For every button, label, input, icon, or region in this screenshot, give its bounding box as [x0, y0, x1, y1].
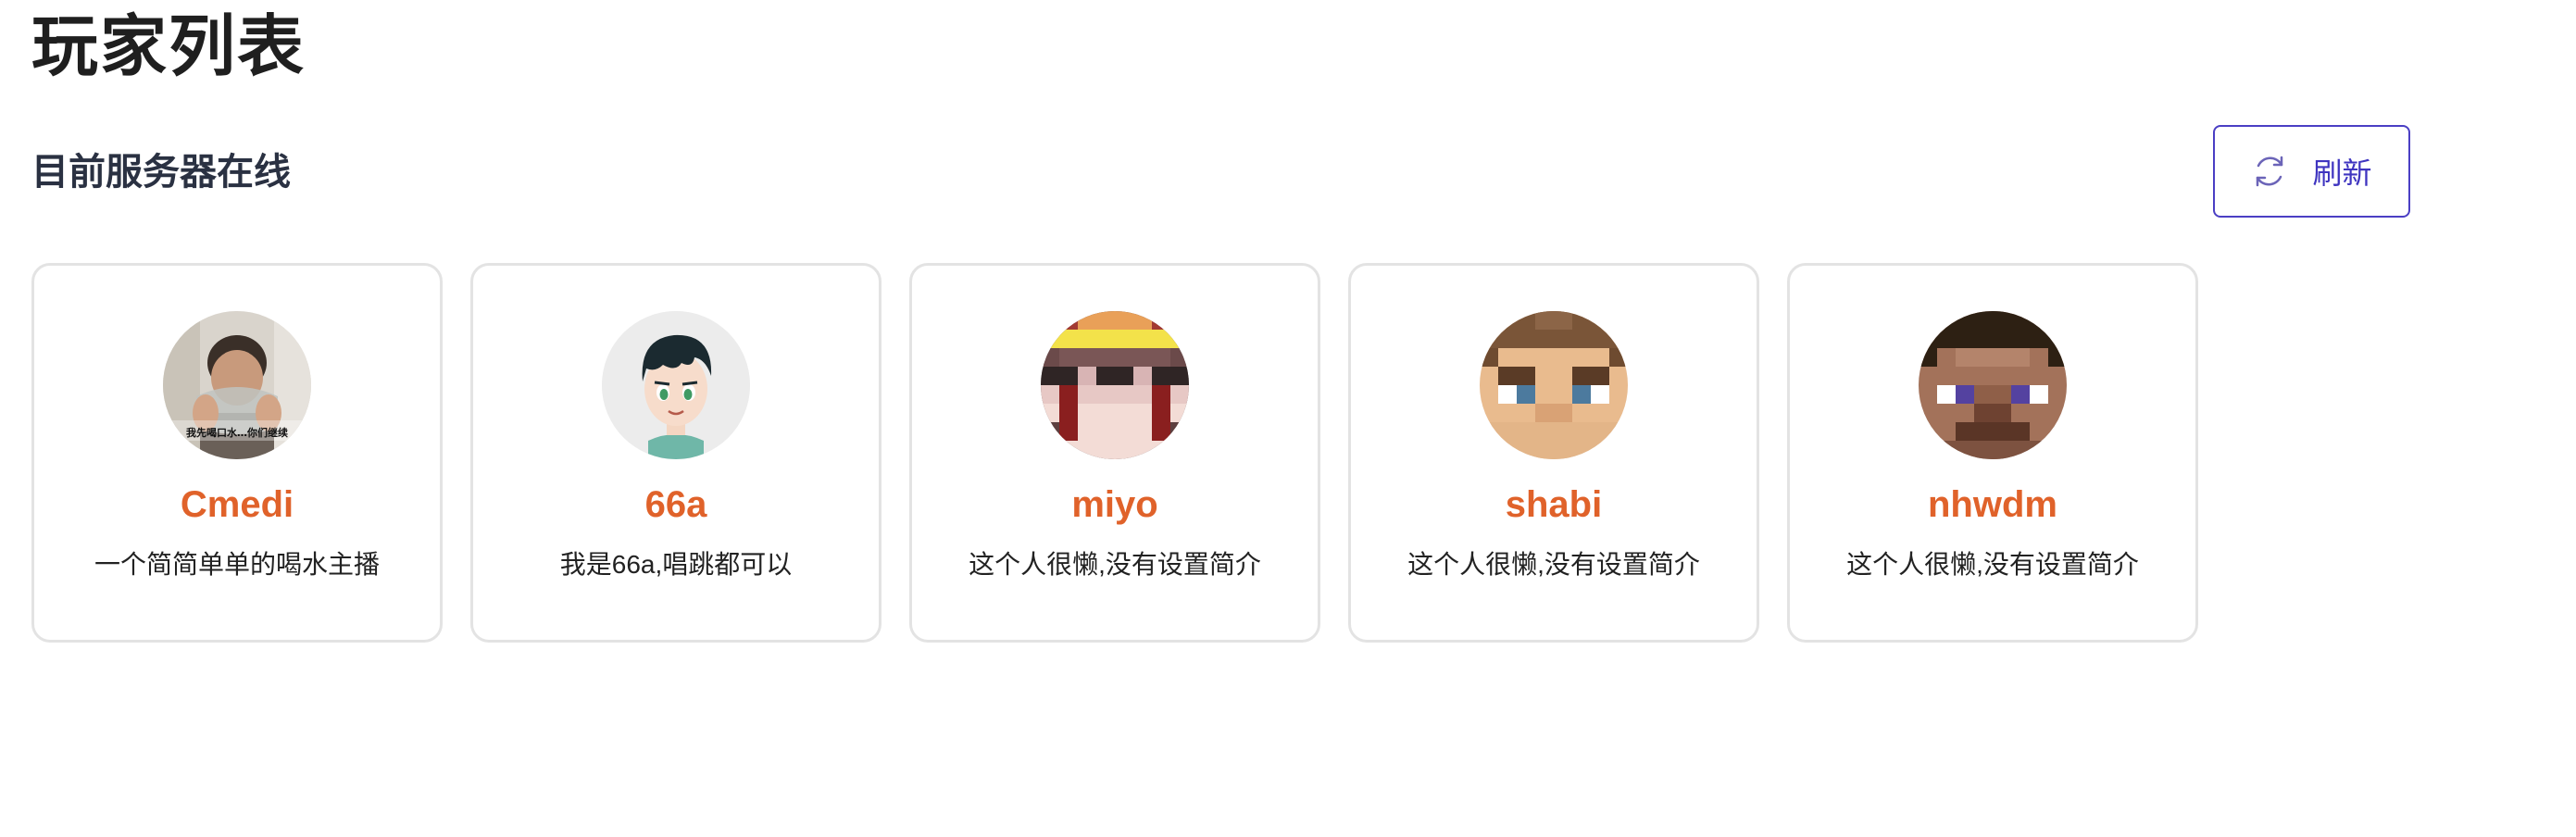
avatar-caption: 我先喝口水…你们继续 [186, 426, 288, 439]
avatar [1041, 311, 1189, 459]
player-bio: 这个人很懒,没有设置简介 [1407, 550, 1700, 579]
player-card-shabi[interactable]: shabi 这个人很懒,没有设置简介 [1348, 263, 1759, 643]
player-card-cmedi[interactable]: 我先喝口水…你们继续 Cmedi 一个简简单单的喝水主播 [31, 263, 443, 643]
player-list-page: 玩家列表 目前服务器在线 刷新 我先喝口水…你们继续 Cmedi 一个简简单单的… [0, 0, 2576, 837]
player-cards: 我先喝口水…你们继续 Cmedi 一个简简单单的喝水主播 66a 我是66a,唱… [31, 263, 2198, 643]
player-name: shabi [1505, 484, 1603, 525]
player-bio: 我是66a,唱跳都可以 [559, 550, 793, 579]
player-bio: 这个人很懒,没有设置简介 [1846, 550, 2139, 579]
avatar: 我先喝口水…你们继续 [163, 311, 311, 459]
player-card-nhwdm[interactable]: nhwdm 这个人很懒,没有设置简介 [1787, 263, 2198, 643]
player-name: miyo [1071, 484, 1158, 525]
player-bio: 一个简简单单的喝水主播 [94, 550, 380, 579]
online-subtitle: 目前服务器在线 [31, 152, 291, 193]
player-bio: 这个人很懒,没有设置简介 [969, 550, 1261, 579]
player-card-66a[interactable]: 66a 我是66a,唱跳都可以 [470, 263, 882, 643]
player-name: Cmedi [180, 484, 294, 525]
page-title: 玩家列表 [31, 10, 306, 84]
refresh-label: 刷新 [2312, 156, 2372, 190]
avatar [602, 311, 750, 459]
player-name: nhwdm [1928, 484, 2057, 525]
refresh-button[interactable]: 刷新 [2213, 125, 2410, 218]
refresh-icon [2251, 153, 2288, 190]
avatar [1480, 311, 1628, 459]
player-name: 66a [644, 484, 707, 525]
player-card-miyo[interactable]: miyo 这个人很懒,没有设置简介 [909, 263, 1320, 643]
avatar [1919, 311, 2067, 459]
